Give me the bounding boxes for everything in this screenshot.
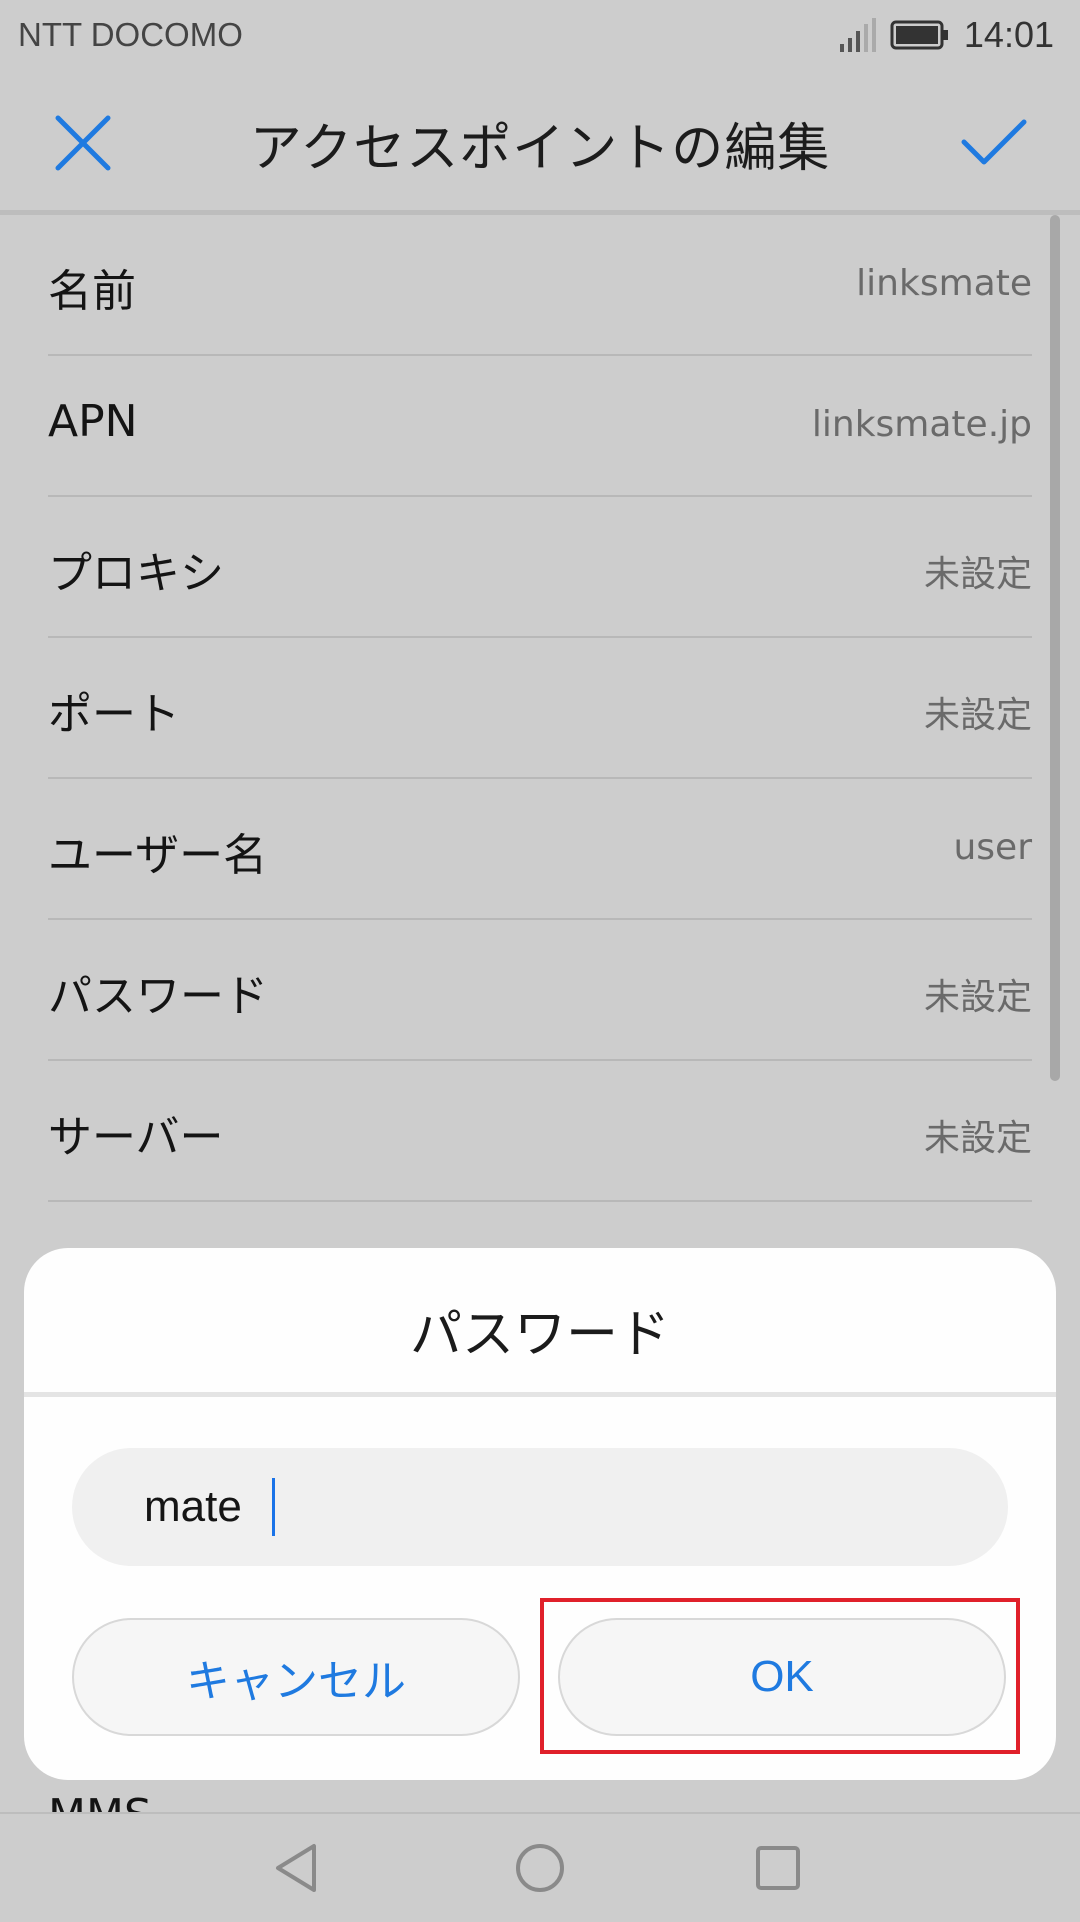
battery-icon: [890, 20, 948, 50]
row-value: 未設定: [923, 695, 1032, 736]
row-value: 未設定: [923, 554, 1032, 595]
settings-row-apn[interactable]: APN linksmate.jp: [48, 356, 1032, 497]
check-icon[interactable]: [958, 112, 1030, 174]
row-value: 未設定: [923, 977, 1032, 1018]
row-value: linksmate.jp: [811, 404, 1032, 445]
password-input-value: mate: [144, 1482, 242, 1531]
row-label: プロキシ: [48, 548, 224, 599]
home-icon[interactable]: [510, 1838, 570, 1898]
row-label: サーバー: [48, 1112, 224, 1163]
row-value: 未設定: [923, 1118, 1032, 1159]
settings-row-server[interactable]: サーバー 未設定: [48, 1061, 1032, 1202]
settings-row-name[interactable]: 名前 linksmate: [48, 215, 1032, 356]
settings-row-proxy[interactable]: プロキシ 未設定: [48, 497, 1032, 638]
row-label: ユーザー名: [48, 830, 268, 881]
app-bar: アクセスポイントの編集: [0, 76, 1080, 215]
scrollbar[interactable]: [1050, 215, 1060, 1081]
row-value: linksmate: [856, 263, 1032, 304]
signal-icon: [839, 18, 876, 52]
dialog-title: パスワード: [409, 1305, 670, 1365]
apn-settings-list: 名前 linksmate APN linksmate.jp プロキシ 未設定 ポ…: [48, 215, 1032, 1202]
status-bar: NTT DOCOMO 14:01: [0, 0, 1080, 76]
back-icon[interactable]: [268, 1838, 328, 1898]
dialog-divider: [24, 1392, 1056, 1397]
carrier-name: NTT DOCOMO: [18, 16, 243, 53]
row-label: 名前: [48, 266, 136, 317]
settings-row-username[interactable]: ユーザー名 user: [48, 779, 1032, 920]
password-input[interactable]: mate: [72, 1448, 1008, 1566]
cancel-button[interactable]: キャンセル: [72, 1618, 520, 1736]
row-label: ポート: [48, 689, 180, 740]
row-label: パスワード: [48, 971, 268, 1022]
status-icons: 14:01: [838, 14, 1054, 56]
ok-button-highlight: [540, 1598, 1020, 1754]
row-value: user: [953, 827, 1032, 868]
clock: 14:01: [963, 14, 1054, 55]
settings-row-port[interactable]: ポート 未設定: [48, 638, 1032, 779]
settings-row-password[interactable]: パスワード 未設定: [48, 920, 1032, 1061]
row-label: APN: [48, 396, 138, 447]
navigation-bar: [0, 1812, 1080, 1922]
recent-apps-icon[interactable]: [748, 1838, 808, 1898]
text-caret: [272, 1478, 275, 1536]
page-title: アクセスポイントの編集: [249, 119, 831, 179]
